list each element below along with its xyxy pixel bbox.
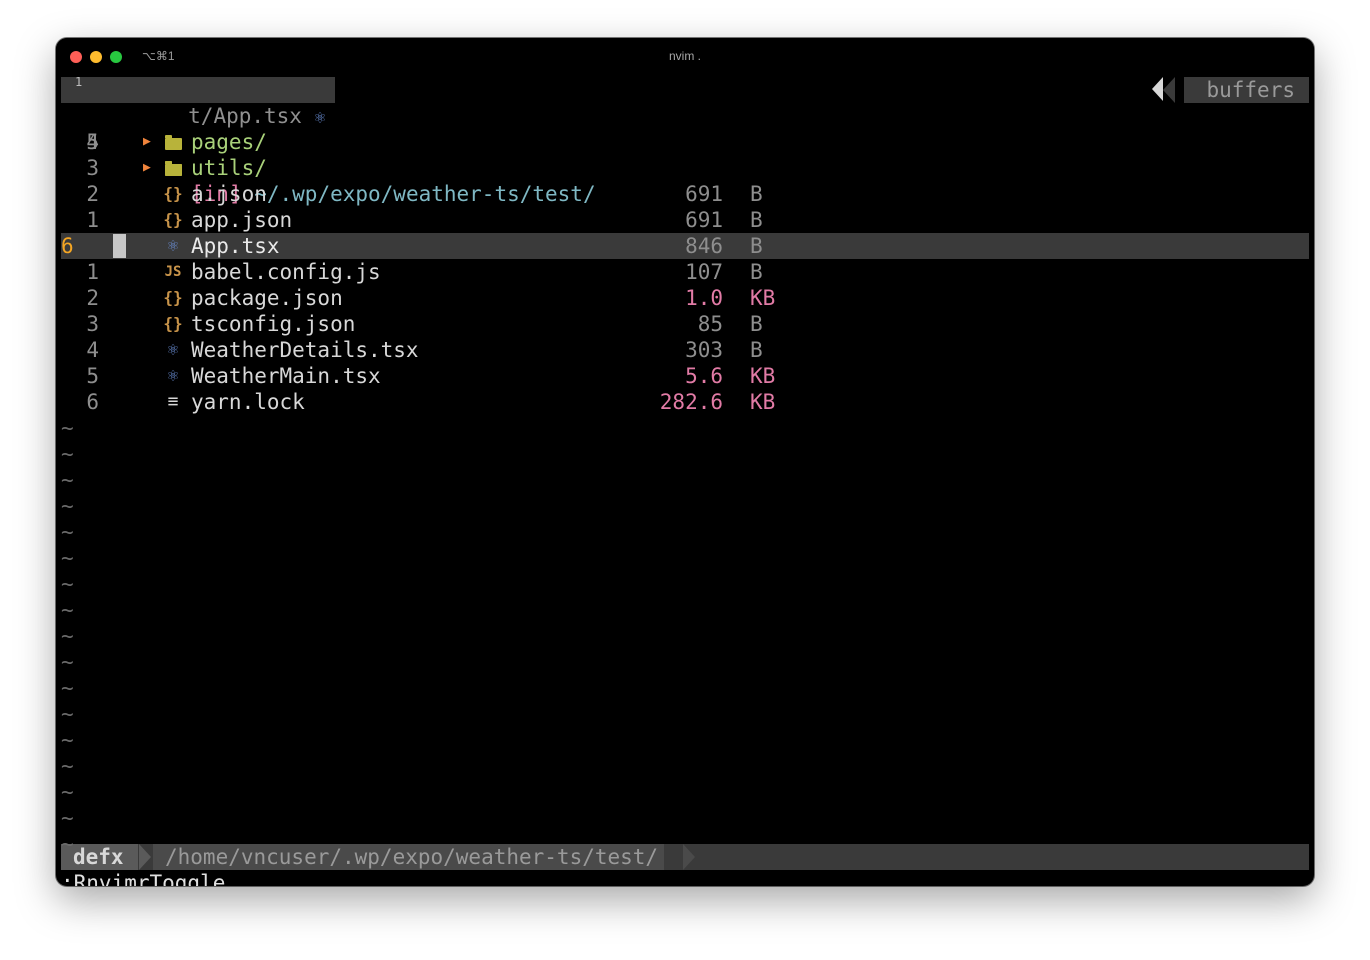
file-row[interactable]: 3 {} tsconfig.json 85 B xyxy=(61,311,1309,337)
lines-icon: ≡ xyxy=(167,391,179,412)
react-icon: ⚛ xyxy=(167,339,179,360)
empty-line-marker: ~ xyxy=(61,728,74,752)
json-icon: {} xyxy=(163,210,183,229)
file-size: 303 xyxy=(685,338,723,362)
file-size-unit: KB xyxy=(750,390,776,414)
folder-name: utils/ xyxy=(191,156,267,180)
file-row[interactable]: 1 JS babel.config.js 107 B xyxy=(61,259,1309,285)
directory-header-row[interactable]: 5 [in] ~/.wp/expo/weather-ts/test/ xyxy=(61,103,1309,206)
react-icon: ⚛ xyxy=(167,235,179,256)
tab-separator-arrow xyxy=(239,77,251,103)
empty-line-marker: ~ xyxy=(61,832,74,856)
file-size: 691 xyxy=(685,208,723,232)
expand-arrow-icon[interactable]: ▶ xyxy=(143,155,151,181)
empty-line-marker: ~ xyxy=(61,494,74,518)
folder-row[interactable]: 3 ▶ utils/ xyxy=(61,155,1309,181)
file-size: 691 xyxy=(685,182,723,206)
file-size-unit: B xyxy=(750,208,763,232)
title-bar: ⌥⌘1 nvim . xyxy=(56,38,1314,76)
file-size-unit: B xyxy=(750,182,763,206)
empty-line-marker: ~ xyxy=(61,598,74,622)
buffers-arrow-icon xyxy=(1152,77,1163,101)
folder-icon xyxy=(163,155,183,181)
react-icon: ⚛ xyxy=(167,365,179,386)
mode-separator xyxy=(139,844,151,870)
command-line[interactable]: :RnvimrToggle xyxy=(61,870,225,886)
line-number: 4 xyxy=(86,338,99,362)
empty-line-marker: ~ xyxy=(61,702,74,726)
file-row[interactable]: 1 {} app.json 691 B xyxy=(61,207,1309,233)
file-row[interactable]: 6 ≡ yarn.lock 282.6 KB xyxy=(61,389,1309,415)
file-size-unit: B xyxy=(750,338,763,362)
file-size: 5.6 xyxy=(685,364,723,388)
empty-line-marker: ~ xyxy=(61,780,74,804)
file-size: 846 xyxy=(685,234,723,258)
json-icon: {} xyxy=(163,288,183,307)
buffers-label[interactable]: buffers xyxy=(1184,77,1309,103)
line-number: 3 xyxy=(86,156,99,180)
js-icon: JS xyxy=(164,264,182,280)
json-icon: {} xyxy=(163,314,183,333)
empty-line-marker: ~ xyxy=(61,468,74,492)
line-number: 2 xyxy=(86,182,99,206)
tab-number: 1 xyxy=(75,75,83,89)
file-size: 1.0 xyxy=(685,286,723,310)
folder-name: pages/ xyxy=(191,130,267,154)
empty-line-marker: ~ xyxy=(61,442,74,466)
file-name: WeatherDetails.tsx xyxy=(191,338,419,362)
file-size-unit: B xyxy=(750,260,763,284)
nvim-editor[interactable]: 1 t/App.tsx ⚛ buffers 5 [in] ~/.wp/expo/w… xyxy=(61,75,1309,886)
file-size: 85 xyxy=(697,312,723,336)
file-size-unit: B xyxy=(750,234,763,258)
empty-line-marker: ~ xyxy=(61,520,74,544)
statusline-path: /home/vncuser/.wp/expo/weather-ts/test/ xyxy=(153,844,665,870)
line-number: 1 xyxy=(86,208,99,232)
empty-line-marker: ~ xyxy=(61,806,74,830)
file-row[interactable]: 5 ⚛ WeatherMain.tsx 5.6 KB xyxy=(61,363,1309,389)
folder-row[interactable]: 4 ▶ pages/ xyxy=(61,129,1309,155)
line-number: 2 xyxy=(86,286,99,310)
json-icon: {} xyxy=(163,184,183,203)
file-row[interactable]: 6 ⚛ App.tsx 846 B xyxy=(61,233,1309,259)
tab-app-tsx[interactable]: 1 t/App.tsx ⚛ xyxy=(61,75,336,128)
file-name: yarn.lock xyxy=(191,390,305,414)
statusline: defx /home/vncuser/.wp/expo/weather-ts/t… xyxy=(61,844,1309,870)
line-number: 6 xyxy=(86,390,99,414)
empty-line-marker: ~ xyxy=(61,650,74,674)
file-size-unit: KB xyxy=(750,364,776,388)
empty-line-marker: ~ xyxy=(61,754,74,778)
file-row[interactable]: 4 ⚛ WeatherDetails.tsx 303 B xyxy=(61,337,1309,363)
line-number: 1 xyxy=(86,260,99,284)
empty-line-marker: ~ xyxy=(61,546,74,570)
file-row[interactable]: 2 {} a.json 691 B xyxy=(61,181,1309,207)
file-size: 282.6 xyxy=(659,390,723,414)
file-size-unit: KB xyxy=(750,286,776,310)
empty-line-marker: ~ xyxy=(61,572,74,596)
buffers-separator xyxy=(1163,77,1175,103)
file-name: babel.config.js xyxy=(191,260,381,284)
window-title: nvim . xyxy=(668,49,701,63)
folder-icon xyxy=(163,129,183,155)
file-size: 107 xyxy=(685,260,723,284)
line-number: 3 xyxy=(86,312,99,336)
expand-arrow-icon[interactable]: ▶ xyxy=(143,129,151,155)
file-name: a.json xyxy=(191,182,267,206)
tabline: 1 t/App.tsx ⚛ buffers xyxy=(61,75,1309,128)
empty-line-marker: ~ xyxy=(61,676,74,700)
terminal-window: ⌥⌘1 nvim . 1 t/App.tsx ⚛ buffers 5 [in] ~… xyxy=(56,38,1314,886)
file-name: WeatherMain.tsx xyxy=(191,364,381,388)
empty-line-marker: ~ xyxy=(61,624,74,648)
file-size-unit: B xyxy=(750,312,763,336)
file-name: app.json xyxy=(191,208,293,232)
line-number: 5 xyxy=(86,364,99,388)
file-name: package.json xyxy=(191,286,343,310)
file-name: App.tsx xyxy=(191,234,280,258)
line-number: 4 xyxy=(86,130,99,154)
empty-line-marker: ~ xyxy=(61,416,74,440)
path-separator xyxy=(683,844,695,870)
file-name: tsconfig.json xyxy=(191,312,356,336)
line-number: 6 xyxy=(61,234,74,258)
file-row[interactable]: 2 {} package.json 1.0 KB xyxy=(61,285,1309,311)
